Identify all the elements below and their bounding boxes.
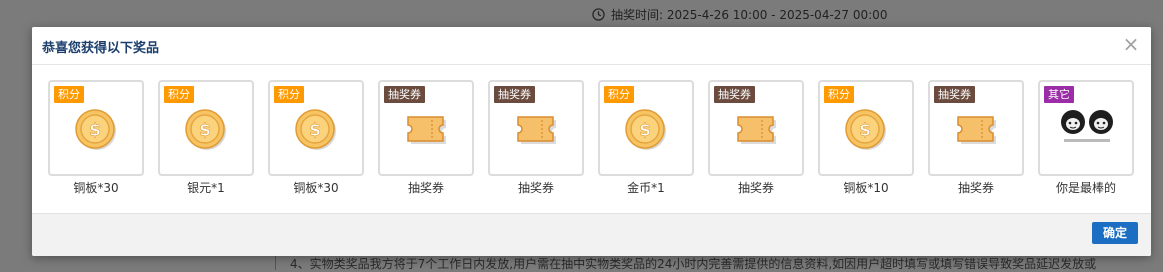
prize-item: 积分 $ 铜板*30 <box>268 80 364 196</box>
prize-item: 其它你是最棒的 <box>1038 80 1134 196</box>
prize-tag: 积分 <box>164 86 194 103</box>
ticket-icon <box>514 108 558 152</box>
prize-card: 抽奖券 <box>378 80 474 176</box>
draw-time-text: 抽奖时间: 2025-4-26 10:00 - 2025-04-27 00:00 <box>611 7 888 22</box>
svg-text:$: $ <box>199 121 211 141</box>
prize-tag: 积分 <box>54 86 84 103</box>
prize-name: 你是最棒的 <box>1055 181 1116 195</box>
prize-item: 积分 $ 铜板*30 <box>48 80 144 196</box>
prize-card: 积分 $ <box>818 80 914 176</box>
prize-tag: 抽奖券 <box>934 86 975 103</box>
coin-icon: $ <box>844 108 888 152</box>
svg-text:$: $ <box>859 121 871 141</box>
prize-card: 抽奖券 <box>708 80 804 176</box>
svg-text:$: $ <box>309 121 321 141</box>
prize-card: 抽奖券 <box>488 80 584 176</box>
prize-name: 铜板*30 <box>293 181 339 195</box>
prize-name: 金币*1 <box>627 181 665 195</box>
prize-card: 积分 $ <box>598 80 694 176</box>
ticket-icon <box>734 108 778 152</box>
prize-item: 抽奖券 抽奖券 <box>488 80 584 196</box>
clock-icon <box>592 7 605 21</box>
prize-item: 抽奖券 抽奖券 <box>708 80 804 196</box>
coin-icon: $ <box>74 108 118 152</box>
dialog-title: 恭喜您获得以下奖品 <box>42 41 160 56</box>
draw-time: 抽奖时间: 2025-4-26 10:00 - 2025-04-27 00:00 <box>592 5 887 23</box>
prize-tag: 抽奖券 <box>494 86 535 103</box>
ticket-icon <box>404 108 448 152</box>
prize-name: 铜板*10 <box>843 181 889 195</box>
prize-card: 积分 $ <box>268 80 364 176</box>
prize-tag: 其它 <box>1044 86 1074 103</box>
prize-card: 积分 $ <box>158 80 254 176</box>
prize-card: 积分 $ <box>48 80 144 176</box>
coin-icon: $ <box>184 108 228 152</box>
prize-tag: 积分 <box>824 86 854 103</box>
prize-name: 抽奖券 <box>517 181 554 195</box>
prize-item: 抽奖券 抽奖券 <box>928 80 1024 196</box>
prize-item: 积分 $ 银元*1 <box>158 80 254 196</box>
prize-item: 积分 $ 金币*1 <box>598 80 694 196</box>
prize-dialog: 恭喜您获得以下奖品 × 积分 $ 铜板*30 积分 $ 银元*1 积分 $ 铜板*30 抽奖券 抽奖… <box>32 27 1151 256</box>
prize-name: 抽奖券 <box>407 181 444 195</box>
prize-tag: 积分 <box>604 86 634 103</box>
prize-tag: 积分 <box>274 86 304 103</box>
prize-card: 其它 <box>1038 80 1134 176</box>
ticket-icon <box>954 108 998 152</box>
prize-item: 抽奖券 抽奖券 <box>378 80 474 196</box>
prize-name: 抽奖券 <box>957 181 994 195</box>
meme-image <box>1056 106 1118 146</box>
prize-name: 银元*1 <box>187 181 225 195</box>
prize-name: 抽奖券 <box>737 181 774 195</box>
dialog-footer: 确定 <box>32 213 1151 256</box>
svg-text:$: $ <box>89 121 101 141</box>
prize-tag: 抽奖券 <box>714 86 755 103</box>
prize-name: 铜板*30 <box>73 181 119 195</box>
dialog-header: 恭喜您获得以下奖品 × <box>32 27 1151 65</box>
notice-text: 4、实物类奖品我方将于7个工作日内发放,用户需在抽中实物类奖品的24小时内完善需… <box>290 257 1097 271</box>
confirm-button[interactable]: 确定 <box>1092 222 1138 244</box>
prize-card: 抽奖券 <box>928 80 1024 176</box>
svg-text:$: $ <box>639 121 651 141</box>
close-button[interactable]: × <box>1121 33 1141 55</box>
prize-tag: 抽奖券 <box>384 86 425 103</box>
prize-item: 积分 $ 铜板*10 <box>818 80 914 196</box>
coin-icon: $ <box>294 108 338 152</box>
coin-icon: $ <box>624 108 668 152</box>
